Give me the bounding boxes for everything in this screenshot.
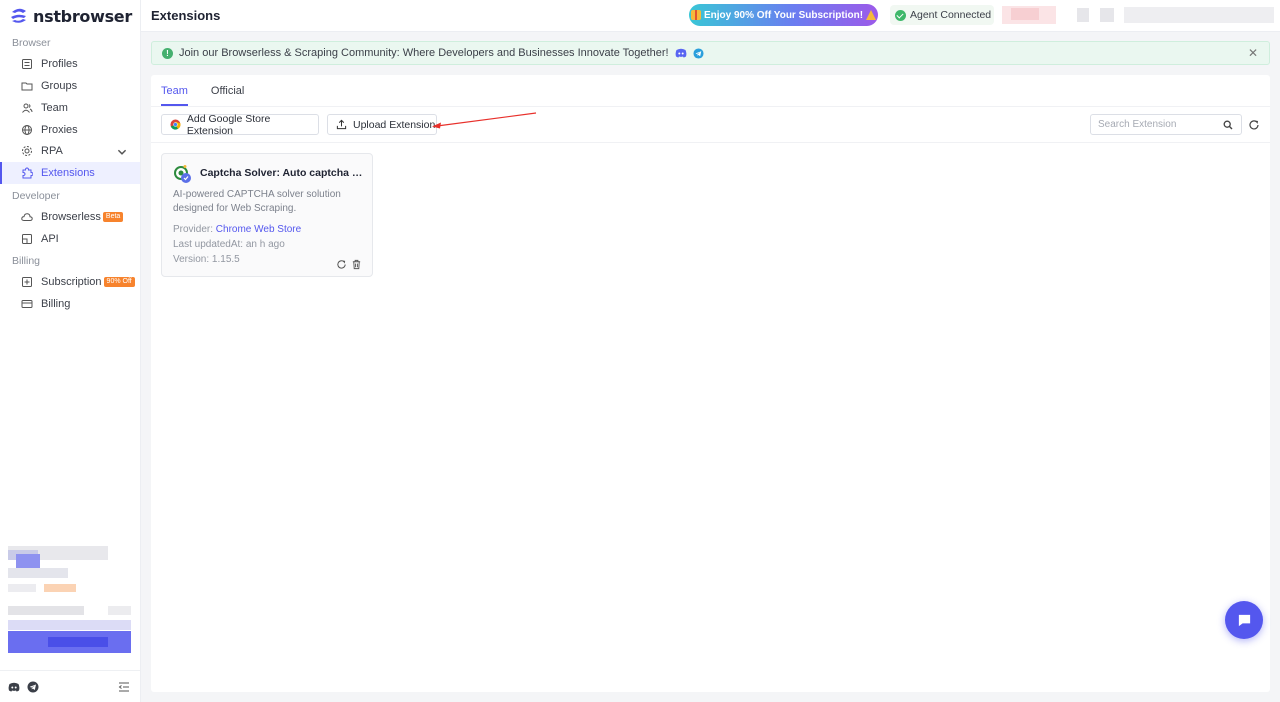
sidebar-item-profiles[interactable]: Profiles xyxy=(0,53,140,75)
upload-extension-label: Upload Extension xyxy=(353,118,436,131)
extensions-panel: Team Official Add Google Store Extension… xyxy=(151,75,1270,692)
add-google-store-extension-button[interactable]: Add Google Store Extension xyxy=(161,112,319,137)
redacted-user-info-detail xyxy=(1011,8,1039,20)
sidebar: nstbrowser Browser Profiles Groups Team … xyxy=(0,0,141,702)
provider-link[interactable]: Chrome Web Store xyxy=(216,224,301,235)
rpa-icon xyxy=(22,146,32,156)
redacted-account-name xyxy=(1124,7,1274,23)
captcha-solver-icon xyxy=(174,165,191,183)
extension-card[interactable]: Captcha Solver: Auto captcha solving ser… xyxy=(161,153,373,277)
search-extension-field[interactable] xyxy=(1090,114,1242,135)
telegram-icon[interactable] xyxy=(693,47,704,59)
party-icon xyxy=(866,10,877,20)
sidebar-item-label: Extensions xyxy=(41,167,95,179)
sidebar-item-label: RPA xyxy=(41,145,63,157)
folder-icon xyxy=(21,82,33,91)
extension-description: AI-powered CAPTCHA solver solution desig… xyxy=(173,189,341,214)
chrome-icon xyxy=(170,119,181,130)
sidebar-item-team[interactable]: Team xyxy=(0,97,140,119)
card-icon xyxy=(21,300,33,308)
promo-text: Enjoy 90% Off Your Subscription! xyxy=(703,9,864,21)
sidebar-item-label: Proxies xyxy=(41,124,78,136)
cloud-icon xyxy=(21,213,33,221)
section-developer: Developer xyxy=(12,190,60,202)
sidebar-item-browserless[interactable]: Browserless Beta xyxy=(0,206,140,228)
section-billing: Billing xyxy=(12,255,41,267)
sidebar-item-label: Groups xyxy=(41,80,78,92)
sidebar-item-label: Billing xyxy=(41,298,71,310)
extension-version: Version: 1.15.5 xyxy=(173,254,240,265)
redacted-icon xyxy=(1100,8,1114,22)
sidebar-item-label: Subscription xyxy=(41,276,102,288)
refresh-icon[interactable] xyxy=(1248,119,1260,131)
top-header: Extensions Enjoy 90% Off Your Subscripti… xyxy=(141,0,1280,32)
delete-icon[interactable] xyxy=(351,259,362,270)
tab-team[interactable]: Team xyxy=(161,75,188,106)
sidebar-item-label: Browserless xyxy=(41,211,101,223)
extension-title: Captcha Solver: Auto captcha solving ser… xyxy=(200,167,366,179)
banner-text: Join our Browserless & Scraping Communit… xyxy=(179,47,669,59)
chat-support-button[interactable] xyxy=(1225,601,1263,639)
sidebar-item-api[interactable]: API xyxy=(0,228,140,250)
redacted-icon xyxy=(1077,8,1089,22)
globe-icon xyxy=(22,125,32,135)
redacted-account-panel xyxy=(8,540,131,662)
info-icon: ! xyxy=(162,47,173,59)
upload-extension-button[interactable]: Upload Extension xyxy=(327,114,437,135)
sidebar-item-label: API xyxy=(41,233,59,245)
agent-status: Agent Connected xyxy=(890,5,994,25)
section-browser: Browser xyxy=(12,37,51,49)
collapse-sidebar-icon[interactable] xyxy=(118,681,130,693)
promo-button[interactable]: Enjoy 90% Off Your Subscription! xyxy=(689,4,878,26)
annotation-arrow-icon xyxy=(432,112,537,129)
search-input[interactable] xyxy=(1091,115,1211,134)
tabs-divider xyxy=(151,106,1270,107)
beta-badge: Beta xyxy=(102,212,124,222)
app-name: nstbrowser xyxy=(33,6,132,26)
chevron-down-icon[interactable] xyxy=(116,146,128,158)
tabs: Team Official xyxy=(161,75,244,106)
discord-icon[interactable] xyxy=(675,47,687,59)
sidebar-item-subscription[interactable]: Subscription 90% Off xyxy=(0,271,140,293)
extension-provider: Provider: Chrome Web Store xyxy=(173,224,301,235)
sidebar-item-label: Team xyxy=(41,102,68,114)
provider-label: Provider: xyxy=(173,224,214,235)
sidebar-item-label: Profiles xyxy=(41,58,78,70)
search-icon[interactable] xyxy=(1223,120,1233,130)
agent-status-text: Agent Connected xyxy=(910,9,992,21)
discord-icon[interactable] xyxy=(8,681,20,693)
upload-icon xyxy=(336,119,347,130)
extension-updated: Last updatedAt: an h ago xyxy=(173,239,285,250)
toolbar-divider xyxy=(151,142,1270,143)
subscription-icon xyxy=(22,277,32,287)
nstbrowser-logo-icon xyxy=(11,8,26,23)
update-icon[interactable] xyxy=(336,259,347,270)
app-logo[interactable]: nstbrowser xyxy=(9,6,132,26)
add-google-store-extension-label: Add Google Store Extension xyxy=(186,112,271,137)
chat-icon xyxy=(1238,614,1250,626)
api-icon xyxy=(22,234,32,244)
sidebar-item-billing[interactable]: Billing xyxy=(0,293,140,315)
team-icon xyxy=(22,103,33,113)
sidebar-item-groups[interactable]: Groups xyxy=(0,75,140,97)
discount-badge: 90% Off xyxy=(103,277,135,287)
sidebar-item-proxies[interactable]: Proxies xyxy=(0,119,140,141)
close-icon[interactable]: ✕ xyxy=(1247,47,1259,59)
sidebar-footer xyxy=(0,670,140,702)
community-banner: ! Join our Browserless & Scraping Commun… xyxy=(151,41,1270,65)
puzzle-icon xyxy=(22,167,33,179)
sidebar-item-extensions[interactable]: Extensions xyxy=(0,162,140,184)
profile-icon xyxy=(22,59,32,69)
check-circle-icon xyxy=(895,9,906,21)
sidebar-item-rpa[interactable]: RPA xyxy=(0,140,140,162)
tab-official[interactable]: Official xyxy=(211,75,244,106)
gift-icon xyxy=(690,10,701,20)
page-title: Extensions xyxy=(151,8,221,23)
telegram-icon[interactable] xyxy=(27,681,39,693)
